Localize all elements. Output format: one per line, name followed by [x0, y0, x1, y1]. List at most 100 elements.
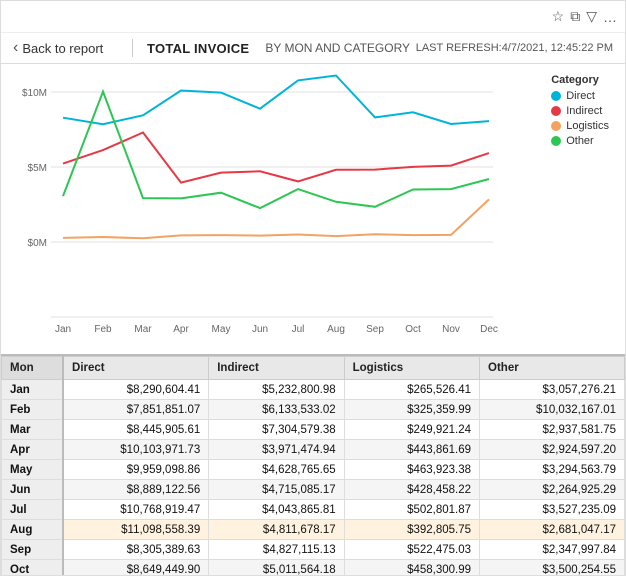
col-header-indirect: Indirect — [209, 357, 344, 380]
back-label: Back to report — [22, 41, 103, 56]
table-row: May$9,959,098.86$4,628,765.65$463,923.38… — [2, 460, 625, 480]
svg-text:Oct: Oct — [405, 324, 421, 335]
cell-7-1: $11,098,558.39 — [63, 520, 209, 540]
cell-0-0: Jan — [2, 380, 64, 400]
cell-3-0: Apr — [2, 440, 64, 460]
svg-text:$5M: $5M — [28, 163, 47, 174]
table-row: Apr$10,103,971.73$3,971,474.94$443,861.6… — [2, 440, 625, 460]
table-header-row: Mon Direct Indirect Logistics Other — [2, 357, 625, 380]
cell-1-3: $325,359.99 — [344, 400, 479, 420]
cell-2-2: $7,304,579.38 — [209, 420, 344, 440]
direct-color-dot — [551, 91, 561, 101]
col-header-direct: Direct — [63, 357, 209, 380]
cell-9-3: $458,300.99 — [344, 560, 479, 576]
copy-icon[interactable]: ⧉ — [570, 8, 580, 25]
cell-7-0: Aug — [2, 520, 64, 540]
cell-8-0: Sep — [2, 540, 64, 560]
cell-1-1: $7,851,851.07 — [63, 400, 209, 420]
cell-0-3: $265,526.41 — [344, 380, 479, 400]
svg-text:Jun: Jun — [252, 324, 268, 335]
cell-7-4: $2,681,047.17 — [480, 520, 625, 540]
cell-6-1: $10,768,919.47 — [63, 500, 209, 520]
cell-2-1: $8,445,905.61 — [63, 420, 209, 440]
cell-5-3: $428,458.22 — [344, 480, 479, 500]
cell-8-3: $522,475.03 — [344, 540, 479, 560]
legend-item-direct: Direct — [551, 90, 609, 102]
svg-text:$10M: $10M — [22, 88, 47, 99]
legend-label-indirect: Indirect — [566, 105, 602, 117]
cell-5-0: Jun — [2, 480, 64, 500]
logistics-line — [63, 199, 489, 238]
other-color-dot — [551, 136, 561, 146]
cell-4-1: $9,959,098.86 — [63, 460, 209, 480]
back-button[interactable]: ‹ Back to report — [13, 39, 133, 57]
data-table-container: Mon Direct Indirect Logistics Other Jan$… — [1, 354, 625, 575]
cell-7-3: $392,805.75 — [344, 520, 479, 540]
legend-label-direct: Direct — [566, 90, 595, 102]
svg-text:Aug: Aug — [327, 324, 345, 335]
legend-item-logistics: Logistics — [551, 120, 609, 132]
cell-0-2: $5,232,800.98 — [209, 380, 344, 400]
col-header-mon: Mon — [2, 357, 64, 380]
legend-title: Category — [551, 74, 609, 86]
cell-3-3: $443,861.69 — [344, 440, 479, 460]
svg-text:$0M: $0M — [28, 238, 47, 249]
cell-3-1: $10,103,971.73 — [63, 440, 209, 460]
svg-text:Sep: Sep — [366, 324, 384, 335]
table-row: Jul$10,768,919.47$4,043,865.81$502,801.8… — [2, 500, 625, 520]
cell-7-2: $4,811,678.17 — [209, 520, 344, 540]
cell-5-1: $8,889,122.56 — [63, 480, 209, 500]
toolbar-icons: ☆ ⧉ ▽ … — [552, 8, 617, 25]
svg-text:Jan: Jan — [55, 324, 71, 335]
refresh-timestamp: LAST REFRESH:4/7/2021, 12:45:22 PM — [416, 42, 613, 54]
back-arrow-icon: ‹ — [13, 39, 18, 57]
cell-8-4: $2,347,997.84 — [480, 540, 625, 560]
table-row: Jan$8,290,604.41$5,232,800.98$265,526.41… — [2, 380, 625, 400]
table-row: Oct$8,649,449.90$5,011,564.18$458,300.99… — [2, 560, 625, 576]
cell-9-4: $3,500,254.55 — [480, 560, 625, 576]
logistics-color-dot — [551, 121, 561, 131]
cell-2-0: Mar — [2, 420, 64, 440]
col-header-logistics: Logistics — [344, 357, 479, 380]
table-row: Aug$11,098,558.39$4,811,678.17$392,805.7… — [2, 520, 625, 540]
cell-2-3: $249,921.24 — [344, 420, 479, 440]
chart-legend: Category Direct Indirect Logistics Other — [551, 74, 609, 150]
cell-4-3: $463,923.38 — [344, 460, 479, 480]
cell-1-0: Feb — [2, 400, 64, 420]
filter-icon[interactable]: ▽ — [586, 8, 597, 25]
cell-8-1: $8,305,389.63 — [63, 540, 209, 560]
cell-6-0: Jul — [2, 500, 64, 520]
cell-3-2: $3,971,474.94 — [209, 440, 344, 460]
chart-area: Category Direct Indirect Logistics Other — [1, 64, 625, 354]
cell-0-4: $3,057,276.21 — [480, 380, 625, 400]
cell-0-1: $8,290,604.41 — [63, 380, 209, 400]
cell-6-4: $3,527,235.09 — [480, 500, 625, 520]
cell-2-4: $2,937,581.75 — [480, 420, 625, 440]
table-row: Sep$8,305,389.63$4,827,115.13$522,475.03… — [2, 540, 625, 560]
main-container: ☆ ⧉ ▽ … ‹ Back to report TOTAL INVOICE B… — [0, 0, 626, 576]
cell-3-4: $2,924,597.20 — [480, 440, 625, 460]
cell-1-4: $10,032,167.01 — [480, 400, 625, 420]
page-title: TOTAL INVOICE — [133, 41, 263, 56]
toolbar: ☆ ⧉ ▽ … — [1, 1, 625, 33]
svg-text:Apr: Apr — [173, 324, 189, 335]
cell-6-3: $502,801.87 — [344, 500, 479, 520]
legend-item-indirect: Indirect — [551, 105, 609, 117]
cell-4-0: May — [2, 460, 64, 480]
table-body: Jan$8,290,604.41$5,232,800.98$265,526.41… — [2, 380, 625, 576]
legend-item-other: Other — [551, 135, 609, 147]
legend-label-other: Other — [566, 135, 594, 147]
svg-text:May: May — [212, 324, 231, 335]
col-header-other: Other — [480, 357, 625, 380]
page-subtitle: BY MON AND CATEGORY — [263, 41, 410, 55]
direct-line — [63, 76, 489, 125]
cell-4-4: $3,294,563.79 — [480, 460, 625, 480]
svg-text:Jul: Jul — [292, 324, 305, 335]
cell-5-2: $4,715,085.17 — [209, 480, 344, 500]
svg-text:Feb: Feb — [94, 324, 112, 335]
table-row: Jun$8,889,122.56$4,715,085.17$428,458.22… — [2, 480, 625, 500]
bookmark-icon[interactable]: ☆ — [552, 8, 565, 25]
more-icon[interactable]: … — [603, 9, 617, 25]
cell-9-1: $8,649,449.90 — [63, 560, 209, 576]
cell-1-2: $6,133,533.02 — [209, 400, 344, 420]
